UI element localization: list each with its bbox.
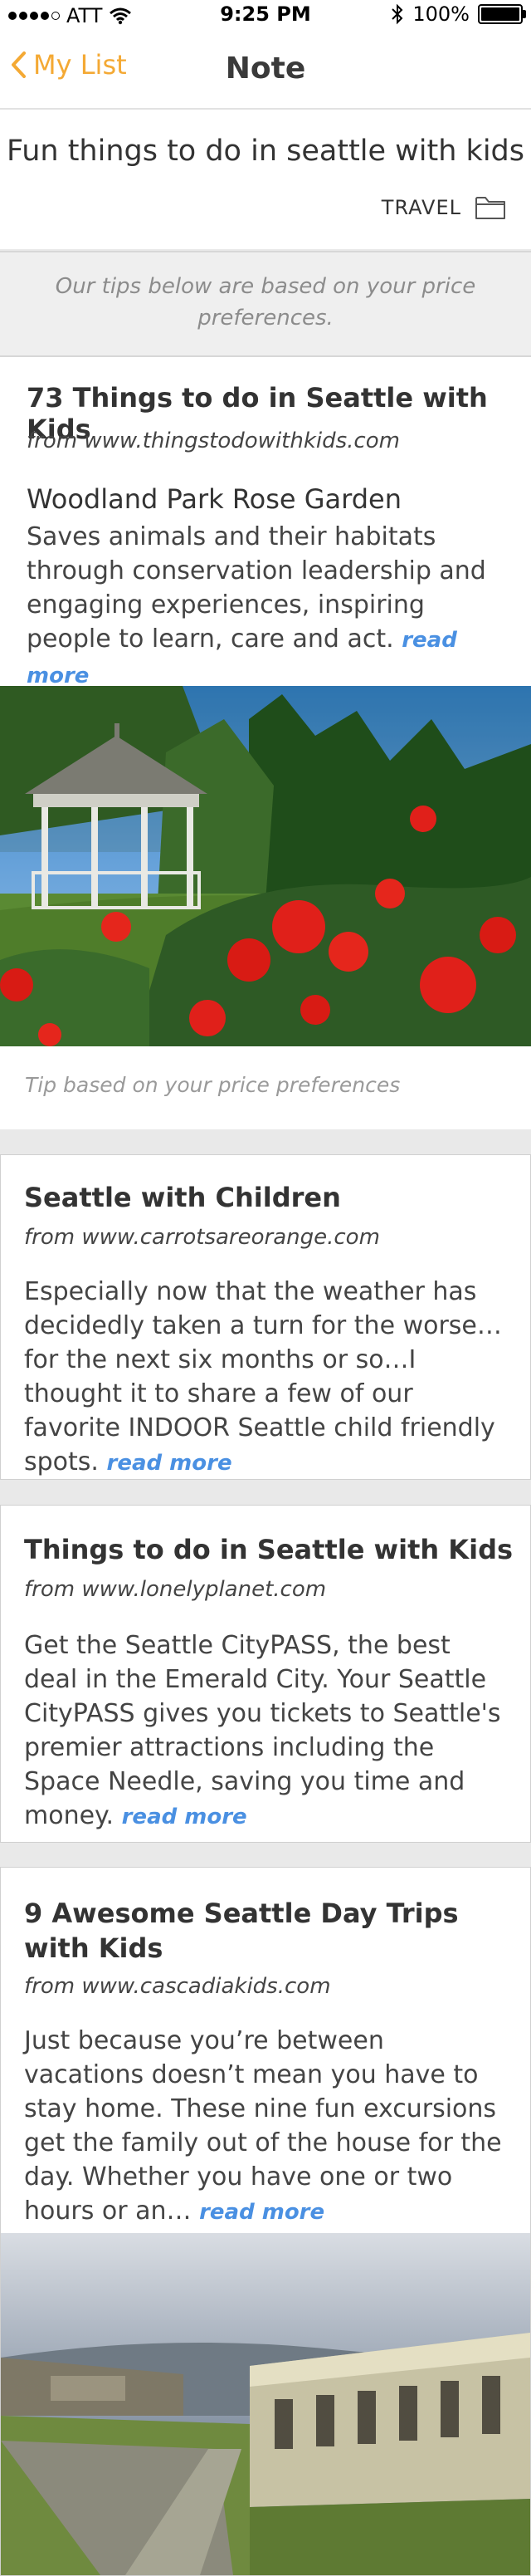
description-text: Especially now that the weather has deci… [24, 1277, 502, 1477]
tip-card[interactable]: Seattle with Children from www.carrotsar… [0, 1154, 531, 1480]
note-title: Fun things to do in seattle with kids [6, 135, 525, 168]
description-text: Just because you’re between vacations do… [24, 2026, 502, 2226]
navigation-bar: My List Note [0, 33, 531, 110]
description-text: Get the Seattle CityPASS, the best deal … [24, 1631, 501, 1830]
battery-icon [478, 4, 526, 24]
read-more-link[interactable]: read more [107, 1451, 232, 1476]
card-source: from www.lonelyplanet.com [24, 1577, 327, 1602]
card-description: Especially now that the weather has deci… [24, 1275, 510, 1481]
card-description: Get the Seattle CityPASS, the best deal … [24, 1628, 510, 1834]
tips-banner-text: Our tips below are based on your price p… [55, 274, 476, 331]
tip-card[interactable]: Things to do in Seattle with Kids from w… [0, 1505, 531, 1843]
tip-card[interactable]: 9 Awesome Seattle Day Trips with Kids fr… [0, 1867, 531, 2576]
battery-percent: 100% [412, 2, 470, 26]
note-tag[interactable]: TRAVEL [382, 194, 506, 221]
card-source: from www.carrotsareorange.com [24, 1225, 380, 1250]
rose-garden-photo [0, 686, 531, 1046]
card-title: Things to do in Seattle with Kids [24, 1534, 514, 1565]
card-title: 9 Awesome Seattle Day Trips with Kids [24, 1898, 459, 1964]
read-more-link[interactable]: read more [199, 2200, 324, 2225]
note-header: Fun things to do in seattle with kids TR… [0, 110, 531, 249]
folder-icon [475, 197, 505, 219]
tip-note: Tip based on your price preferences [25, 1073, 401, 1097]
bluetooth-icon [392, 3, 403, 25]
card-title: Seattle with Children [24, 1182, 341, 1213]
tips-banner: Our tips below are based on your price p… [0, 251, 531, 357]
tip-card[interactable]: 73 Things to do in Seattle with Kids fro… [0, 357, 531, 1129]
status-right: 100% [391, 2, 526, 26]
card-subtitle: Woodland Park Rose Garden [27, 483, 402, 515]
nav-title: Note [225, 51, 306, 86]
day-trip-photo [1, 2233, 530, 2575]
tag-label: TRAVEL [381, 196, 461, 219]
card-source: from www.thingstodowithkids.com [27, 429, 400, 453]
read-more-link[interactable]: read more [122, 1805, 247, 1829]
card-description: Just because you’re between vacations do… [24, 2024, 510, 2230]
status-bar: ATT 9:25 PM 100% [0, 0, 531, 33]
card-description: Saves animals and their habitats through… [27, 520, 513, 693]
card-source: from www.cascadiakids.com [24, 1974, 331, 1999]
